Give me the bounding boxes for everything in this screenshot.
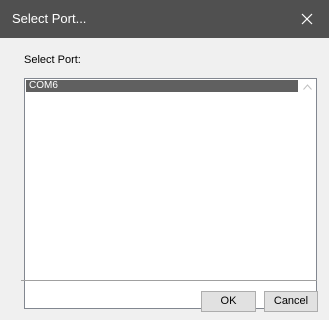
select-port-dialog: Select Port... Select Port: COM6 OK Canc… xyxy=(0,0,329,320)
list-item-com6[interactable]: COM6 xyxy=(26,80,298,92)
port-list: COM6 xyxy=(26,80,298,307)
separator-line xyxy=(21,280,317,281)
chevron-up-icon xyxy=(303,84,312,90)
window-title: Select Port... xyxy=(12,11,87,26)
close-icon xyxy=(301,13,313,25)
port-listbox[interactable]: COM6 xyxy=(24,78,317,309)
cancel-button[interactable]: Cancel xyxy=(264,291,318,312)
vertical-scrollbar[interactable] xyxy=(299,79,316,308)
dialog-content: Select Port: COM6 OK Cancel xyxy=(0,38,329,320)
title-bar: Select Port... xyxy=(0,0,329,38)
close-button[interactable] xyxy=(289,0,329,38)
ok-button[interactable]: OK xyxy=(201,291,256,312)
select-port-label: Select Port: xyxy=(24,54,81,66)
scroll-up-button[interactable] xyxy=(299,79,316,96)
